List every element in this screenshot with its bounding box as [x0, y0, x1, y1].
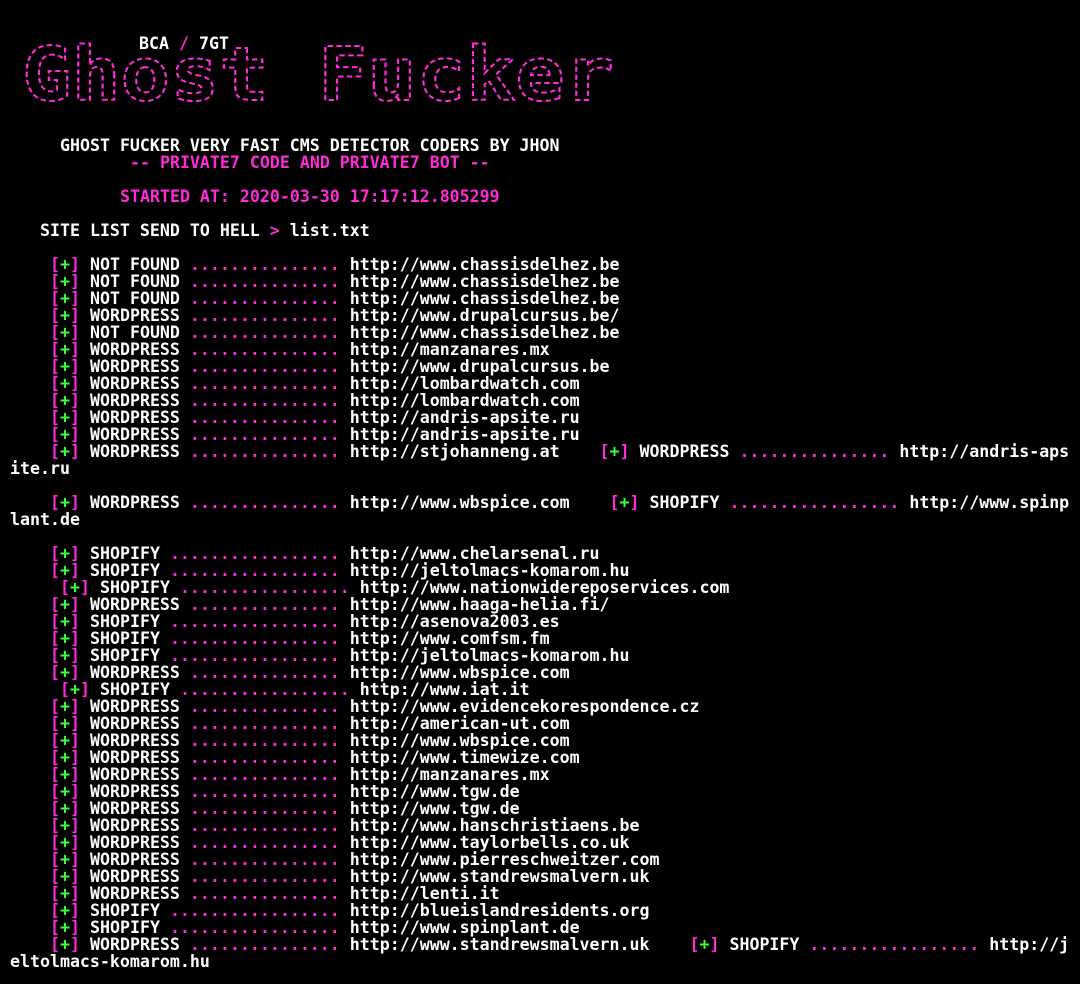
site-url: eltolmacs-komarom.hu	[10, 952, 210, 971]
bracket-left: [	[609, 493, 620, 512]
result-line: [+] NOT FOUND ............... http://www…	[50, 324, 620, 341]
result-line: [+] WORDPRESS ............... http://man…	[50, 341, 550, 358]
dot-leader: .................	[809, 935, 980, 954]
bracket-right: ]	[629, 493, 640, 512]
bracket-right: ]	[619, 442, 630, 461]
banner-label: BCA / 7GT	[139, 35, 229, 52]
bracket-left: [	[599, 442, 610, 461]
tool-title: GHOST FUCKER VERY FAST CMS DETECTOR CODE…	[60, 136, 560, 155]
bracket-left: [	[50, 561, 60, 580]
result-line: [+] SHOPIFY ................. http://www…	[60, 579, 729, 596]
result-line: [+] WORDPRESS ............... http://ame…	[50, 715, 570, 732]
ghost-logo-icon: Ghost Fucker	[21, 31, 615, 119]
dot-leader: .................	[729, 493, 900, 512]
result-line: [+] WORDPRESS ............... http://www…	[50, 834, 630, 851]
result-line: [+] WORDPRESS ............... http://www…	[50, 732, 570, 749]
dot-leader: ...............	[189, 493, 340, 512]
site-url: ite.ru	[10, 459, 70, 478]
site-url: lant.de	[10, 510, 80, 529]
plus-icon: +	[699, 935, 710, 954]
result-line: [+] SHOPIFY ................. http://www…	[50, 630, 550, 647]
ascii-banner: Ghost Fucker	[20, 22, 620, 122]
bracket-left: [	[50, 663, 60, 682]
status-label: WORDPRESS	[90, 493, 180, 512]
tool-subtitle: -- PRIVATE7 CODE AND PRIVATE7 BOT --	[130, 153, 490, 172]
result-line: [+] SHOPIFY ................. http://www…	[60, 681, 530, 698]
prompt-label: SITE LIST SEND TO HELL	[40, 221, 260, 240]
result-line: [+] WORDPRESS ............... http://www…	[50, 596, 610, 613]
result-line-wrapped: [+] WORDPRESS ............... http://www…	[50, 494, 1069, 511]
site-url: http://www.wbspice.com	[349, 493, 570, 512]
plus-icon: +	[619, 493, 630, 512]
result-line-wrapped: [+] WORDPRESS ............... http://www…	[50, 936, 1069, 953]
result-line: [+] NOT FOUND ............... http://www…	[50, 256, 620, 273]
result-line: [+] SHOPIFY ................. http://jel…	[50, 562, 630, 579]
site-list-prompt: SITE LIST SEND TO HELL > list.txt	[40, 222, 370, 239]
result-line: [+] WORDPRESS ............... http://www…	[50, 749, 580, 766]
result-line: [+] WORDPRESS ............... http://www…	[50, 851, 659, 868]
site-url: http://j	[989, 935, 1070, 954]
dot-leader: ...............	[189, 442, 340, 461]
bracket-right: ]	[70, 442, 80, 461]
status-label: WORDPRESS	[639, 442, 730, 461]
result-line: [+] WORDPRESS ............... http://www…	[50, 800, 520, 817]
site-url: http://andris-aps	[899, 442, 1070, 461]
result-line: [+] WORDPRESS ............... http://and…	[50, 426, 580, 443]
result-line: [+] WORDPRESS ............... http://www…	[50, 358, 610, 375]
result-line: [+] SHOPIFY ................. http://www…	[50, 919, 580, 936]
result-line: [+] WORDPRESS ............... http://and…	[50, 409, 580, 426]
status-label: WORDPRESS	[90, 442, 180, 461]
result-line: [+] SHOPIFY ................. http://jel…	[50, 647, 630, 664]
result-line: [+] WORDPRESS ............... http://lom…	[50, 375, 580, 392]
result-line: [+] WORDPRESS ............... http://len…	[50, 885, 500, 902]
result-line-wrapped: [+] WORDPRESS ............... http://stj…	[50, 443, 1069, 460]
site-url: http://www.spinp	[909, 493, 1070, 512]
terminal-window[interactable]: Ghost Fucker BCA / 7GT GHOST FUCKER VERY…	[0, 0, 1080, 984]
result-line: [+] WORDPRESS ............... http://man…	[50, 766, 550, 783]
result-line: [+] SHOPIFY ................. http://ase…	[50, 613, 560, 630]
result-line: [+] WORDPRESS ............... http://www…	[50, 664, 570, 681]
banner-slash: /	[178, 34, 189, 53]
result-line: [+] NOT FOUND ............... http://www…	[50, 273, 620, 290]
logo-text: Ghost Fucker	[22, 32, 614, 118]
site-url: http://stjohanneng.at	[349, 442, 560, 461]
result-line-continuation: eltolmacs-komarom.hu	[10, 953, 210, 970]
result-line: [+] WORDPRESS ............... http://www…	[50, 817, 640, 834]
result-line: [+] SHOPIFY ................. http://www…	[50, 545, 600, 562]
dot-leader: ...............	[739, 442, 890, 461]
result-line: [+] WORDPRESS ............... http://www…	[50, 698, 699, 715]
result-line-continuation: ite.ru	[10, 460, 70, 477]
result-line: [+] WORDPRESS ............... http://www…	[50, 868, 650, 885]
result-line: [+] WORDPRESS ............... http://lom…	[50, 392, 580, 409]
result-line: [+] NOT FOUND ............... http://www…	[50, 290, 620, 307]
status-label: SHOPIFY	[729, 935, 800, 954]
result-line: [+] SHOPIFY ................. http://blu…	[50, 902, 650, 919]
bracket-right: ]	[709, 935, 720, 954]
banner-tgt: 7GT	[198, 34, 229, 53]
prompt-file: list.txt	[289, 221, 370, 240]
site-url: http://www.standrewsmalvern.uk	[349, 935, 650, 954]
banner-bca: BCA	[139, 34, 169, 53]
status-label: SHOPIFY	[649, 493, 720, 512]
result-line: [+] WORDPRESS ............... http://www…	[50, 783, 520, 800]
result-line: [+] WORDPRESS ............... http://www…	[50, 307, 620, 324]
bracket-left: [	[689, 935, 700, 954]
plus-icon: +	[609, 442, 620, 461]
result-line-continuation: lant.de	[10, 511, 80, 528]
started-at: STARTED AT: 2020-03-30 17:17:12.805299	[120, 187, 500, 206]
dot-leader: ...............	[189, 935, 340, 954]
prompt-arrow: >	[269, 221, 280, 240]
